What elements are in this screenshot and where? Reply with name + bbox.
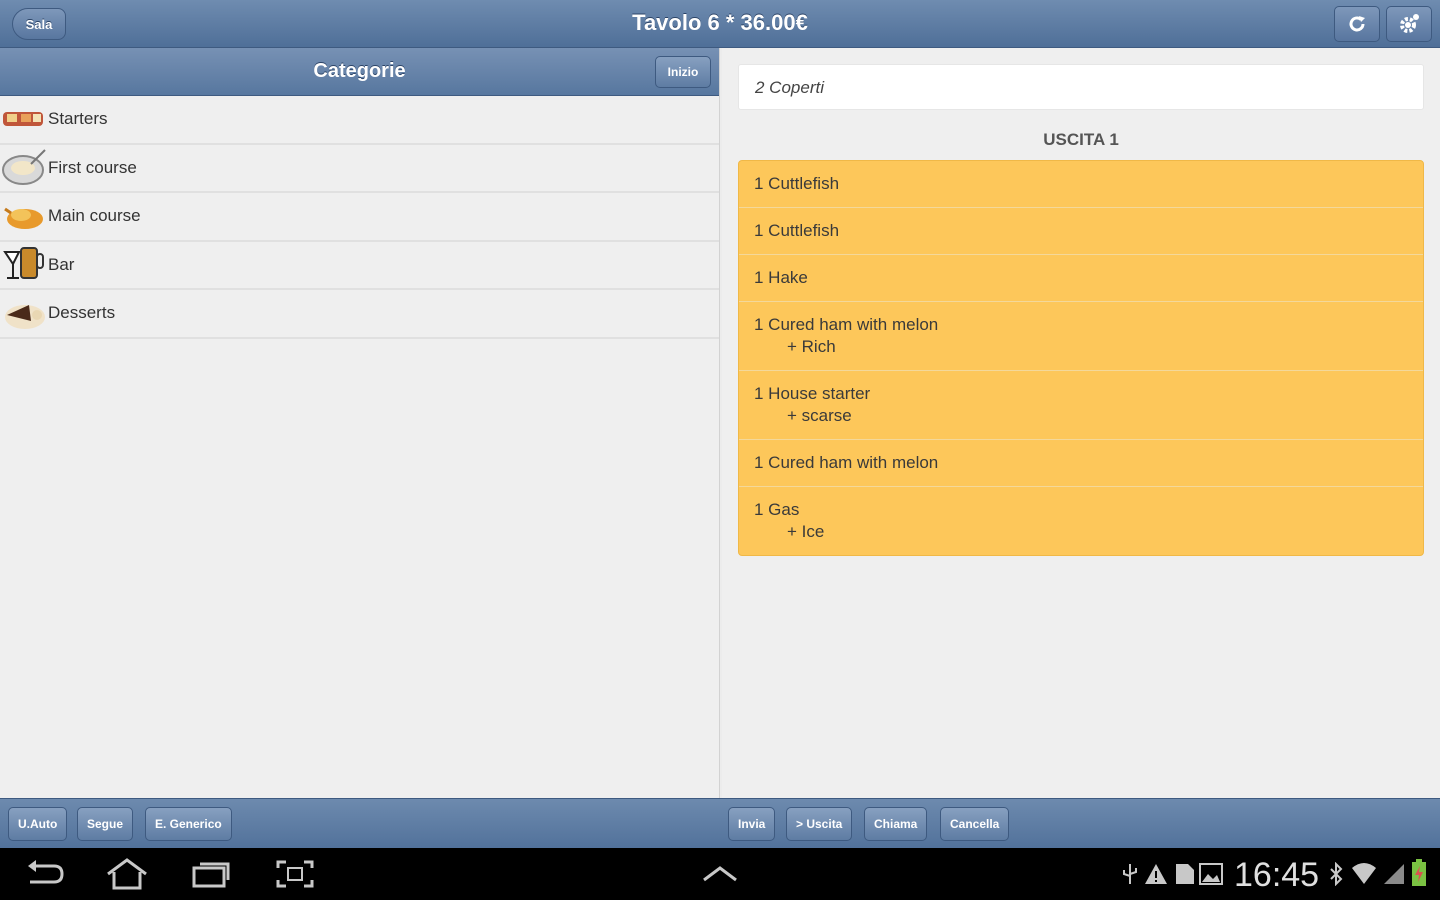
order-list: 1 Cuttlefish 1 Cuttlefish 1 Hake 1 Cured… (738, 160, 1424, 556)
cancella-button[interactable]: Cancella (940, 807, 1010, 841)
order-item-text: 1 Gas (754, 500, 800, 519)
category-label: Main course (48, 206, 141, 226)
sd-card-icon (1176, 864, 1194, 884)
bar-icon (0, 245, 48, 285)
category-label: Bar (48, 254, 75, 274)
main-course-icon (0, 196, 48, 236)
order-item-modifier: + scarse (787, 406, 852, 425)
order-panel: 2 Coperti USCITA 1 1 Cuttlefish 1 Cuttle… (722, 48, 1440, 798)
app-header: Sala Tavolo 6 * 36.00€ (0, 0, 1440, 48)
category-starters[interactable]: Starters (0, 96, 719, 145)
categories-header: Categorie Inizio (0, 48, 719, 96)
bottom-toolbar: U.Auto Segue E. Generico Invia > Uscita … (0, 798, 1440, 848)
usb-icon (1123, 864, 1137, 884)
gear-icon (1400, 14, 1419, 33)
order-item[interactable]: 1 Cuttlefish (739, 161, 1423, 208)
order-item-text: 1 Cured ham with melon (754, 315, 939, 334)
u-auto-button[interactable]: U.Auto (8, 807, 68, 841)
order-item[interactable]: 1 Cuttlefish (739, 208, 1423, 255)
warning-icon (1145, 864, 1167, 884)
category-main-course[interactable]: Main course (0, 193, 719, 242)
order-item-text: 1 Hake (754, 268, 808, 287)
signal-icon (1384, 864, 1404, 884)
category-label: Starters (48, 109, 108, 129)
category-desserts[interactable]: Desserts (0, 290, 719, 339)
category-first-course[interactable]: First course (0, 145, 719, 193)
system-bar: 16:45 (0, 848, 1440, 900)
settings-button[interactable] (1386, 6, 1432, 42)
uscita-button[interactable]: > Uscita (786, 807, 853, 841)
screenshot-icon[interactable] (274, 858, 316, 890)
page-title: Tavolo 6 * 36.00€ (632, 10, 808, 35)
bluetooth-icon (1330, 862, 1343, 886)
order-item[interactable]: 1 Gas + Ice (739, 487, 1423, 555)
course-section-title: USCITA 1 (1043, 130, 1119, 149)
order-item-modifier: + Ice (787, 522, 825, 541)
starters-icon (0, 99, 48, 139)
order-item[interactable]: 1 Cured ham with melon + Rich (739, 302, 1423, 371)
order-item-text: 1 House starter (754, 384, 871, 403)
image-icon (1199, 863, 1223, 885)
refresh-icon (1349, 16, 1365, 32)
clock: 16:45 (1234, 856, 1320, 894)
battery-icon (1412, 859, 1426, 886)
order-item-text: 1 Cuttlefish (754, 174, 840, 193)
order-item-text: 1 Cured ham with melon (754, 453, 939, 472)
category-label: Desserts (48, 303, 116, 323)
back-icon[interactable] (24, 858, 66, 890)
chevron-up-icon[interactable] (700, 862, 740, 886)
categories-panel: Categorie Inizio Starters First course M… (0, 48, 720, 798)
order-item[interactable]: 1 Hake (739, 255, 1423, 302)
invia-button[interactable]: Invia (728, 807, 776, 841)
inizio-button[interactable]: Inizio (655, 56, 711, 88)
wifi-icon (1352, 863, 1376, 884)
first-course-icon (0, 148, 48, 188)
order-item[interactable]: 1 Cured ham with melon (739, 440, 1423, 487)
segue-button[interactable]: Segue (77, 807, 134, 841)
categories-title: Categorie (313, 60, 406, 82)
recent-apps-icon[interactable] (190, 858, 232, 890)
refresh-button[interactable] (1334, 6, 1380, 42)
desserts-icon (0, 293, 48, 333)
chiama-button[interactable]: Chiama (864, 807, 928, 841)
home-icon[interactable] (104, 858, 150, 890)
order-item-modifier: + Rich (787, 337, 836, 356)
category-label: First course (48, 157, 137, 177)
order-item-text: 1 Cuttlefish (754, 221, 840, 240)
e-generico-button[interactable]: E. Generico (145, 807, 232, 841)
category-bar[interactable]: Bar (0, 242, 719, 290)
order-item[interactable]: 1 House starter + scarse (739, 371, 1423, 440)
covers-field[interactable]: 2 Coperti (738, 64, 1424, 110)
